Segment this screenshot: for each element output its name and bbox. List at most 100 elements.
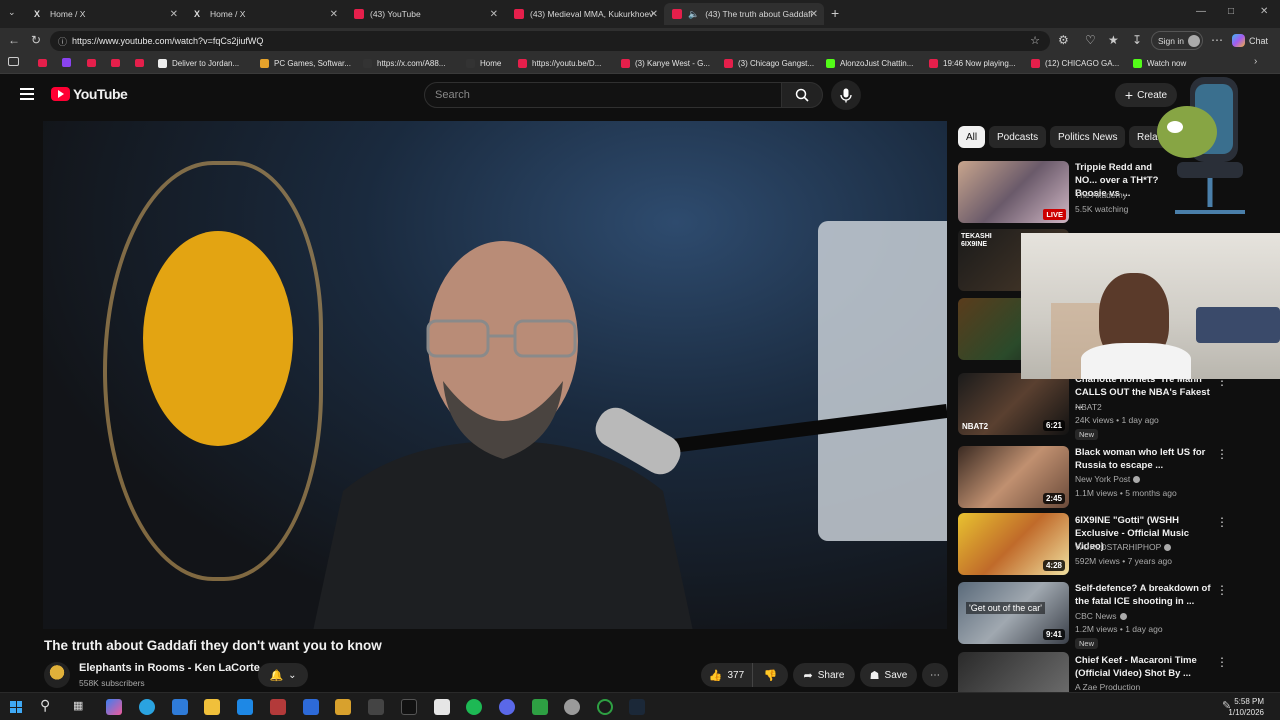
url-field[interactable]: ⓘ https://www.youtube.com/watch?v=fqCs2j… bbox=[50, 31, 1050, 51]
tab-menu-icon[interactable]: ⌄ bbox=[8, 7, 16, 18]
bookmark-item[interactable]: https://youtu.be/D... bbox=[518, 56, 601, 71]
discord-icon[interactable] bbox=[499, 699, 515, 715]
close-icon[interactable]: ✕ bbox=[490, 9, 498, 20]
video-player[interactable] bbox=[43, 121, 947, 629]
notepad-icon[interactable] bbox=[434, 699, 450, 715]
app-icon[interactable] bbox=[564, 699, 580, 715]
more-menu-icon[interactable]: ⋯ bbox=[1211, 33, 1223, 47]
close-window-icon[interactable]: ✕ bbox=[1260, 6, 1268, 17]
bookmark-item[interactable]: PC Games, Softwar... bbox=[260, 56, 351, 71]
download-icon[interactable]: ↧ bbox=[1132, 33, 1142, 47]
more-vert-icon[interactable]: ⋮ bbox=[1216, 583, 1228, 597]
recommendation-channel[interactable]: WORLDSTARHIPHOP bbox=[1075, 542, 1172, 552]
close-icon[interactable]: ✕ bbox=[650, 9, 658, 20]
recommendation-channel[interactable]: NBAT2 bbox=[1075, 402, 1102, 412]
save-button[interactable]: ☗ Save bbox=[860, 663, 917, 687]
recommendation-thumbnail[interactable]: 'Get out of the car' 9:41 bbox=[958, 582, 1069, 644]
dislike-button[interactable]: 👎 bbox=[752, 663, 788, 687]
recommendation-channel[interactable]: The Akademy bbox=[1075, 190, 1127, 200]
recommendation-channel[interactable]: A Zae Production bbox=[1075, 682, 1140, 692]
spotify-icon[interactable] bbox=[466, 699, 482, 715]
browser-tab[interactable]: X Home / X ✕ bbox=[26, 3, 184, 25]
hamburger-menu-icon[interactable] bbox=[20, 88, 34, 100]
browser-tab[interactable]: (43) Medieval MMA, Kukurkhoev ✕ bbox=[506, 3, 664, 25]
obs-icon[interactable] bbox=[597, 699, 613, 715]
bookmark-item[interactable]: (3) Kanye West - G... bbox=[621, 56, 710, 71]
recommendation-thumbnail[interactable] bbox=[958, 652, 1069, 692]
share-button[interactable]: ➦ Share bbox=[793, 663, 855, 687]
steam-icon[interactable] bbox=[629, 699, 645, 715]
like-button[interactable]: 👍 377 bbox=[701, 663, 752, 687]
bookmark-item[interactable]: https://x.com/A88... bbox=[363, 56, 445, 71]
youtube-logo[interactable]: YouTube bbox=[51, 86, 128, 102]
more-vert-icon[interactable]: ⋮ bbox=[1216, 447, 1228, 461]
bookmark-youtube-icon[interactable] bbox=[87, 59, 96, 67]
chip-politics-news[interactable]: Politics News bbox=[1050, 126, 1126, 148]
bookmark-twitch-icon[interactable] bbox=[62, 58, 71, 67]
recommendation-channel[interactable]: CBC News bbox=[1075, 611, 1127, 621]
close-icon[interactable]: ✕ bbox=[810, 9, 818, 20]
game-icon[interactable] bbox=[270, 699, 286, 715]
close-icon[interactable]: ✕ bbox=[170, 9, 178, 20]
file-explorer-icon[interactable] bbox=[204, 699, 220, 715]
bookmark-item[interactable]: Watch now bbox=[1133, 56, 1186, 71]
xbox-icon[interactable] bbox=[532, 699, 548, 715]
recommendation-thumbnail[interactable]: NBAT2 6:21 bbox=[958, 373, 1069, 435]
bookmark-item[interactable]: 19:46 Now playing... bbox=[929, 56, 1016, 71]
browser-essentials-icon[interactable]: ♡ bbox=[1085, 33, 1096, 47]
bookmark-youtube-icon[interactable] bbox=[38, 59, 47, 67]
subscribe-notifications-button[interactable]: 🔔 ⌄ bbox=[258, 663, 308, 687]
recommendation-title[interactable]: Self-defence? A breakdown of the fatal I… bbox=[1075, 582, 1215, 608]
bookmark-item[interactable]: (12) CHICAGO GA... bbox=[1031, 56, 1119, 71]
system-clock[interactable]: 5:58 PM 1/10/2026 bbox=[1228, 696, 1264, 718]
bookmark-item[interactable]: AlonzoJust Chattin... bbox=[826, 56, 913, 71]
recommendation-thumbnail[interactable]: LIVE bbox=[958, 161, 1069, 223]
browser-tab-active[interactable]: 🔈 (43) The truth about Gaddafi ✕ bbox=[664, 3, 824, 25]
more-vert-icon[interactable]: ⋮ bbox=[1216, 655, 1228, 669]
channel-avatar[interactable] bbox=[44, 662, 70, 688]
browser-tab[interactable]: X Home / X ✕ bbox=[186, 3, 344, 25]
recommendation-thumbnail[interactable]: 2:45 bbox=[958, 446, 1069, 508]
search-input[interactable]: Search bbox=[424, 82, 782, 108]
more-vert-icon[interactable]: ⋮ bbox=[1216, 515, 1228, 529]
bookmark-youtube-icon[interactable] bbox=[111, 59, 120, 67]
recommendation-title[interactable]: Black woman who left US for Russia to es… bbox=[1075, 446, 1215, 472]
windows-start-icon[interactable] bbox=[10, 701, 22, 713]
chip-all[interactable]: All bbox=[958, 126, 986, 148]
new-tab-icon[interactable]: + bbox=[831, 5, 839, 21]
favorites-icon[interactable]: ★ bbox=[1108, 33, 1119, 47]
channel-name[interactable]: Elephants in Rooms - Ken LaCorte bbox=[79, 662, 260, 674]
bookmark-youtube-icon[interactable] bbox=[135, 59, 144, 67]
bookmark-item[interactable]: (3) Chicago Gangst... bbox=[724, 56, 814, 71]
more-actions-button[interactable]: ⋯ bbox=[922, 663, 948, 687]
close-icon[interactable]: ✕ bbox=[330, 9, 338, 20]
bookmark-item[interactable]: Deliver to Jordan... bbox=[158, 56, 239, 71]
bookmark-item[interactable]: Home bbox=[466, 56, 501, 71]
app-icon[interactable] bbox=[303, 699, 319, 715]
extensions-icon[interactable]: ⚙ bbox=[1058, 33, 1069, 47]
copilot-icon[interactable] bbox=[106, 699, 122, 715]
chevron-right-icon[interactable]: › bbox=[1254, 56, 1257, 67]
search-button[interactable] bbox=[781, 82, 823, 108]
copilot-chat-button[interactable]: Chat bbox=[1232, 32, 1268, 49]
minimize-icon[interactable]: — bbox=[1196, 6, 1206, 17]
browser-tab[interactable]: (43) YouTube ✕ bbox=[346, 3, 504, 25]
app-icon[interactable] bbox=[368, 699, 384, 715]
edge-icon[interactable] bbox=[139, 699, 155, 715]
bookmarks-folder-icon[interactable] bbox=[8, 57, 19, 66]
chip-podcasts[interactable]: Podcasts bbox=[989, 126, 1047, 148]
sign-in-button[interactable]: Sign in bbox=[1151, 31, 1203, 50]
task-view-icon[interactable]: ▦ bbox=[73, 699, 83, 712]
back-icon[interactable]: ← bbox=[8, 33, 20, 47]
favorite-icon[interactable]: ☆ bbox=[1030, 34, 1040, 47]
store-icon[interactable] bbox=[172, 699, 188, 715]
mega-icon[interactable] bbox=[335, 699, 351, 715]
search-icon[interactable]: ⚲ bbox=[40, 697, 50, 714]
recommendation-channel[interactable]: New York Post bbox=[1075, 474, 1141, 484]
mail-icon[interactable] bbox=[237, 699, 253, 715]
recommendation-title[interactable]: Chief Keef - Macaroni Time (Official Vid… bbox=[1075, 654, 1215, 680]
maximize-icon[interactable]: □ bbox=[1228, 6, 1234, 17]
speaker-icon[interactable]: 🔈 bbox=[688, 9, 699, 20]
refresh-icon[interactable]: ↻ bbox=[31, 33, 41, 47]
recommendation-thumbnail[interactable]: 4:28 bbox=[958, 513, 1069, 575]
